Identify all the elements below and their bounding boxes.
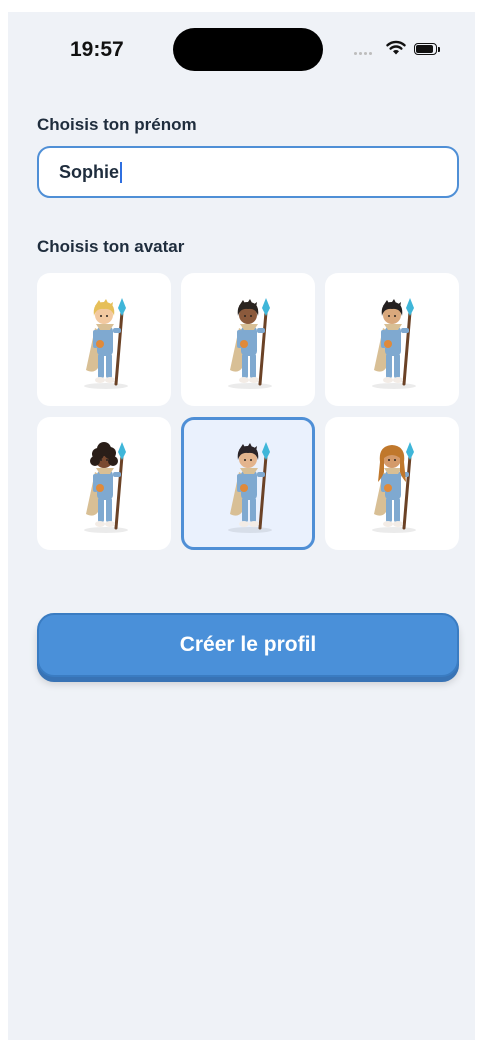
profile-creation-screen: 19:57 Choisis ton prénom Sophie Choisis … <box>8 12 475 1040</box>
avatar-option-6[interactable] <box>325 417 459 550</box>
cellular-signal-icon <box>354 52 372 55</box>
wifi-icon <box>386 40 406 55</box>
avatar-character-image <box>372 441 416 533</box>
status-time: 19:57 <box>70 38 124 61</box>
avatar-grid <box>37 273 459 550</box>
avatar-character-image <box>228 441 272 533</box>
name-input[interactable]: Sophie <box>37 146 459 198</box>
avatar-option-3[interactable] <box>325 273 459 406</box>
battery-icon <box>414 43 442 57</box>
avatar-character-image <box>372 297 416 389</box>
avatar-label: Choisis ton avatar <box>37 237 185 256</box>
name-input-value: Sophie <box>59 161 120 182</box>
avatar-option-2[interactable] <box>181 273 315 406</box>
avatar-option-5[interactable] <box>181 417 315 550</box>
avatar-character-image <box>228 297 272 389</box>
text-caret <box>120 161 123 183</box>
name-label: Choisis ton prénom <box>37 115 197 134</box>
avatar-option-1[interactable] <box>37 273 171 406</box>
avatar-character-image <box>84 297 128 389</box>
create-profile-button[interactable]: Créer le profil <box>37 613 459 677</box>
avatar-option-4[interactable] <box>37 417 171 550</box>
dynamic-island <box>173 28 323 71</box>
avatar-character-image <box>84 441 128 533</box>
